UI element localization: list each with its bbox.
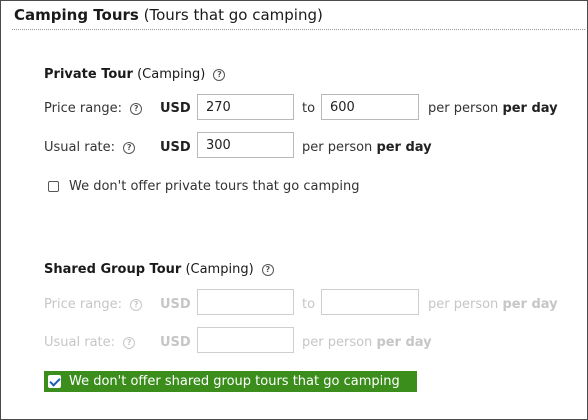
shared-no-offer-row[interactable]: We don't offer shared group tours that g… <box>44 371 417 392</box>
shared-price-range-label: Price range: ? <box>44 297 143 312</box>
private-usual-rate-unit: per person per day <box>302 140 432 155</box>
section-divider <box>12 29 585 30</box>
camping-tours-panel: Camping Tours (Tours that go camping) Pr… <box>0 0 588 420</box>
private-usual-rate-input[interactable] <box>197 132 294 158</box>
shared-tour-title-note: (Camping) <box>185 262 254 277</box>
shared-price-to-label: to <box>302 297 316 312</box>
private-usual-rate-label: Usual rate: ? <box>44 140 136 155</box>
help-icon: ? <box>130 299 143 311</box>
help-icon[interactable]: ? <box>213 69 226 81</box>
help-icon[interactable]: ? <box>130 103 143 115</box>
section-title: Camping Tours (Tours that go camping) <box>14 6 323 24</box>
shared-price-currency: USD <box>160 297 191 312</box>
shared-usual-rate-per-day: per day <box>376 335 432 350</box>
private-tour-title: Private Tour (Camping) ? <box>44 67 226 82</box>
help-icon[interactable]: ? <box>123 142 136 154</box>
private-no-offer-label[interactable]: We don't offer private tours that go cam… <box>69 179 360 194</box>
shared-no-offer-checkbox[interactable] <box>48 375 61 388</box>
shared-price-unit: per person per day <box>428 297 558 312</box>
private-price-per-person: per person <box>428 101 499 116</box>
private-tour-title-strong: Private Tour <box>44 67 133 82</box>
section-title-strong: Camping Tours <box>14 6 139 24</box>
private-tour-title-note: (Camping) <box>137 67 206 82</box>
private-usual-rate-per-day: per day <box>376 140 432 155</box>
help-icon[interactable]: ? <box>261 264 274 276</box>
private-price-range-label: Price range: ? <box>44 101 143 116</box>
shared-price-per-person: per person <box>428 297 499 312</box>
private-price-to-label: to <box>302 101 316 116</box>
shared-price-range-text: Price range: <box>44 297 123 312</box>
private-price-unit: per person per day <box>428 101 558 116</box>
shared-no-offer-label[interactable]: We don't offer shared group tours that g… <box>69 374 400 389</box>
section-title-note: (Tours that go camping) <box>143 6 323 24</box>
private-price-per-day: per day <box>502 101 558 116</box>
private-price-min-input[interactable] <box>197 94 294 120</box>
help-icon: ? <box>123 337 136 349</box>
shared-usual-rate-currency: USD <box>160 335 191 350</box>
private-usual-rate-currency: USD <box>160 140 191 155</box>
shared-price-max-input[interactable] <box>321 289 419 315</box>
private-no-offer-checkbox[interactable] <box>48 181 59 192</box>
shared-tour-title: Shared Group Tour (Camping) ? <box>44 262 274 277</box>
shared-price-per-day: per day <box>502 297 558 312</box>
private-price-max-input[interactable] <box>321 94 419 120</box>
shared-tour-title-strong: Shared Group Tour <box>44 262 182 277</box>
shared-usual-rate-label: Usual rate: ? <box>44 335 136 350</box>
private-price-range-text: Price range: <box>44 101 123 116</box>
shared-usual-rate-per-person: per person <box>302 335 373 350</box>
shared-usual-rate-text: Usual rate: <box>44 335 116 350</box>
shared-usual-rate-input[interactable] <box>197 327 294 353</box>
private-price-currency: USD <box>160 101 191 116</box>
shared-usual-rate-unit: per person per day <box>302 335 432 350</box>
private-usual-rate-text: Usual rate: <box>44 140 116 155</box>
private-no-offer-row[interactable]: We don't offer private tours that go cam… <box>48 179 360 194</box>
private-usual-rate-per-person: per person <box>302 140 373 155</box>
shared-price-min-input[interactable] <box>197 289 294 315</box>
